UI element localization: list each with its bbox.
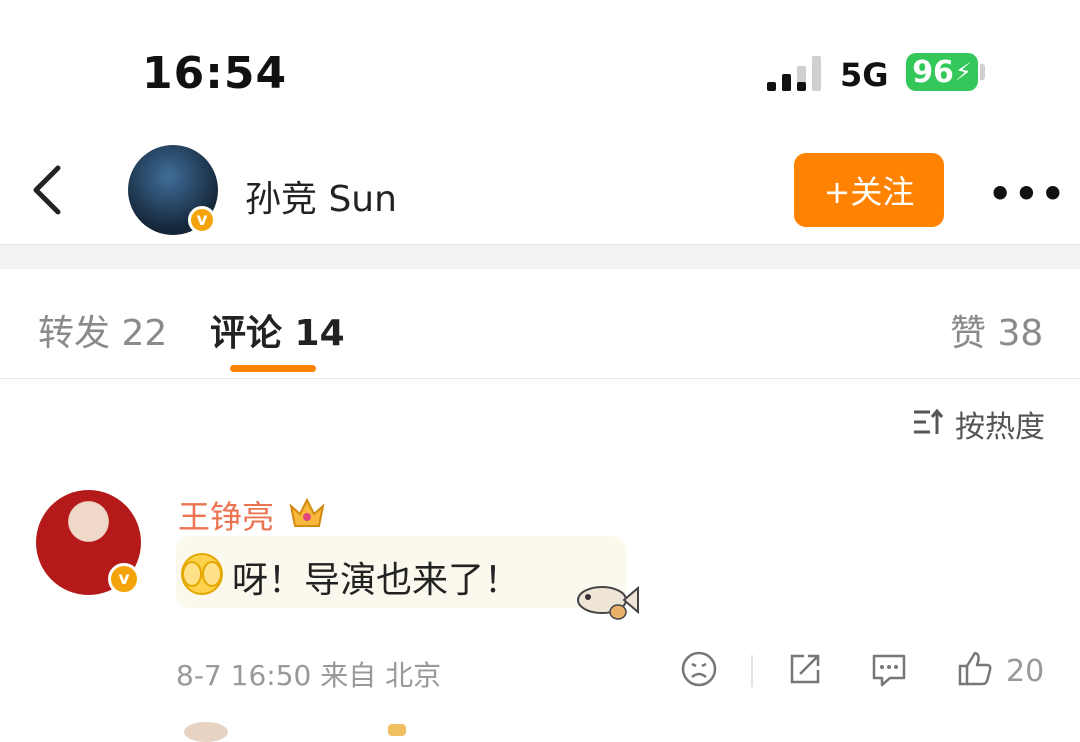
next-comment-avatar (184, 722, 228, 742)
verified-icon: v (188, 206, 216, 234)
like-count: 20 (1006, 654, 1045, 689)
dislike-icon[interactable] (680, 650, 718, 688)
crown-icon (289, 497, 325, 527)
more-icon[interactable]: ••• (988, 172, 1067, 216)
commenter-name[interactable]: 王铮亮 (178, 492, 274, 538)
sort-by-hot-button[interactable]: 按热度 (955, 402, 1045, 446)
author-name[interactable]: 孙竞 Sun (245, 170, 397, 222)
network-type: 5G (840, 56, 889, 94)
next-comment-badge (388, 724, 406, 736)
share-icon[interactable] (786, 650, 824, 688)
status-time: 16:54 (142, 48, 288, 99)
reply-icon[interactable] (870, 650, 908, 688)
fish-sticker (577, 585, 639, 620)
action-separator (751, 655, 753, 687)
comment-text: 呀！导演也来了！ (232, 560, 521, 601)
sort-icon[interactable] (912, 408, 944, 436)
tab-comments[interactable]: 评论 14 (210, 304, 345, 356)
like-icon[interactable] (956, 650, 994, 688)
comment-date: 8-7 16:50 (176, 659, 312, 692)
battery-cap (980, 64, 985, 80)
charging-icon: ⚡ (954, 58, 972, 86)
comment-location: 来自 北京 (320, 659, 442, 692)
follow-button[interactable]: +关注 (794, 153, 944, 227)
verified-icon: v (108, 563, 140, 595)
signal-icon (767, 56, 821, 91)
section-divider-band (0, 244, 1080, 269)
comment-meta: 8-7 16:50 来自 北京 (176, 654, 441, 694)
cover-face-emoji (181, 553, 223, 595)
tab-reposts[interactable]: 转发 22 (38, 304, 167, 356)
tabs-divider (0, 378, 1080, 379)
battery-indicator: 96 ⚡ (906, 53, 978, 91)
tab-likes[interactable]: 赞 38 (950, 304, 1043, 356)
active-tab-indicator (230, 365, 316, 372)
back-icon[interactable] (28, 160, 68, 220)
battery-level: 96 (912, 54, 954, 90)
